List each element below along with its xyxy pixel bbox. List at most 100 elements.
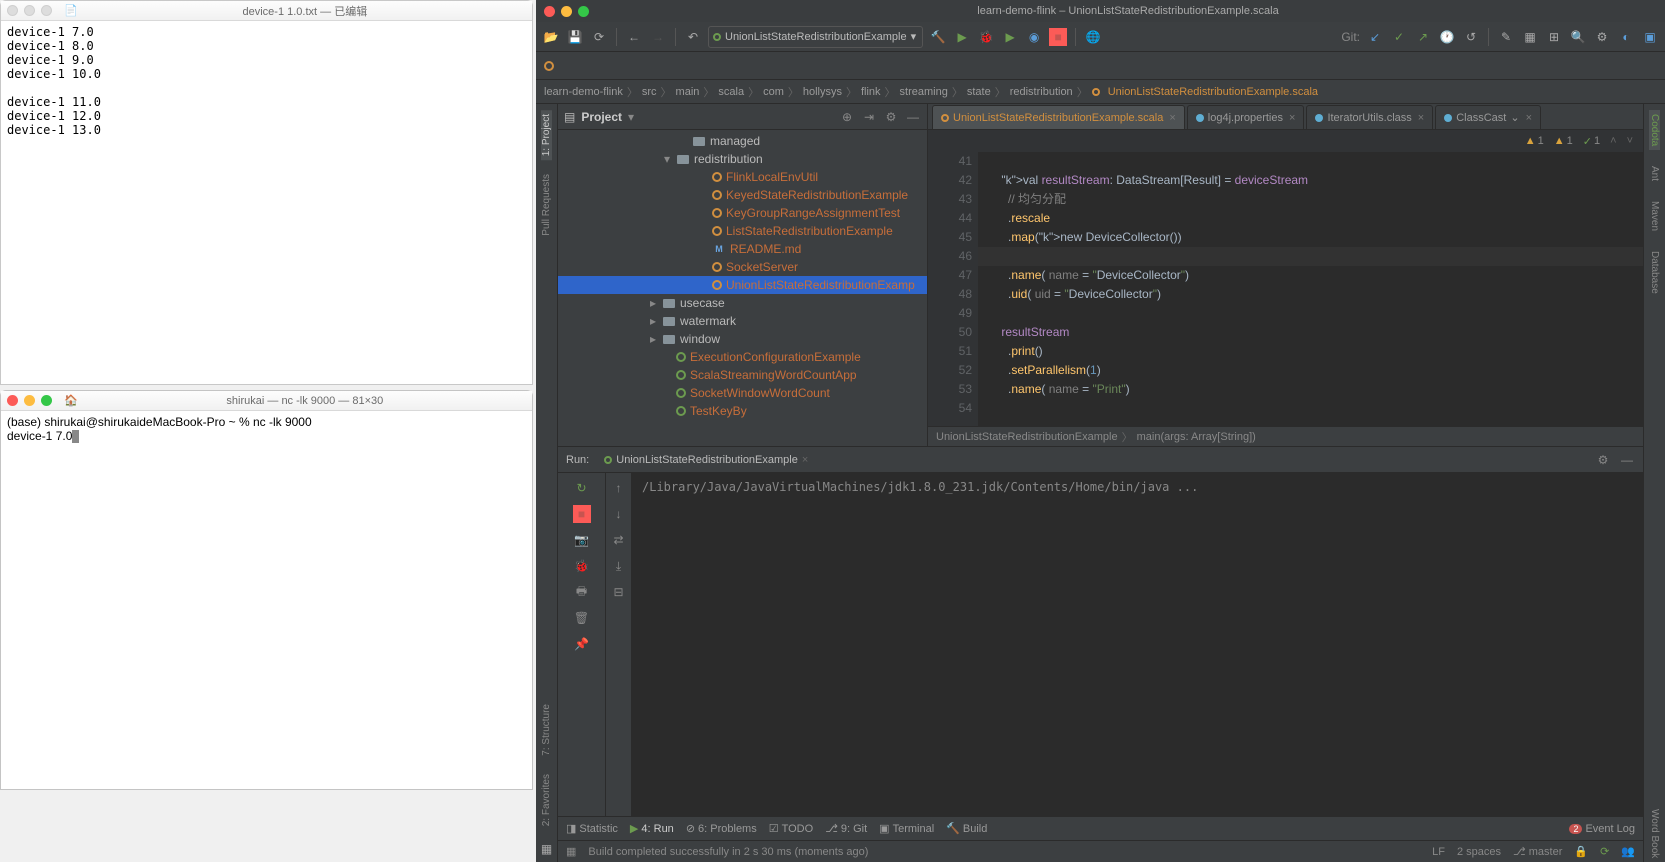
favorites-tool-tab[interactable]: 2: Favorites bbox=[541, 770, 552, 830]
debug-icon[interactable]: 🐞 bbox=[977, 28, 995, 46]
crumb[interactable]: src bbox=[642, 86, 657, 98]
push-icon[interactable]: ↗ bbox=[1414, 28, 1432, 46]
tree-row[interactable]: ▾redistribution bbox=[558, 150, 927, 168]
editor-tab[interactable]: UnionListStateRedistributionExample.scal… bbox=[932, 105, 1185, 129]
history-icon[interactable]: 🕐 bbox=[1438, 28, 1456, 46]
console-output[interactable]: /Library/Java/JavaVirtualMachines/jdk1.8… bbox=[632, 473, 1643, 816]
toolwin-icon[interactable]: ▦ bbox=[566, 845, 576, 858]
close-icon[interactable] bbox=[544, 6, 555, 17]
gear-icon[interactable]: ⚙ bbox=[883, 109, 899, 125]
lock-icon[interactable]: 🔒 bbox=[1574, 845, 1588, 858]
tree-row[interactable]: ExecutionConfigurationExample bbox=[558, 348, 927, 366]
todo-tab[interactable]: ☑ TODO bbox=[769, 822, 813, 835]
textedit-titlebar[interactable]: 📄 device-1 1.0.txt — 已编辑 bbox=[1, 1, 532, 21]
tree-row[interactable]: FlinkLocalEnvUtil bbox=[558, 168, 927, 186]
line-sep[interactable]: LF bbox=[1432, 846, 1445, 858]
close-icon[interactable]: × bbox=[802, 454, 808, 466]
crumb-method[interactable]: main(args: Array[String]) bbox=[1137, 431, 1256, 443]
crumb[interactable]: state bbox=[967, 86, 991, 98]
bug-icon[interactable]: 🐞 bbox=[573, 557, 591, 575]
settings-icon[interactable]: ⚙ bbox=[1593, 28, 1611, 46]
run-tab[interactable]: ▶ 4: Run bbox=[630, 822, 674, 835]
gear-icon[interactable]: ⚙ bbox=[1595, 452, 1611, 468]
tree-row[interactable]: managed bbox=[558, 132, 927, 150]
build-icon[interactable]: 🔨 bbox=[929, 28, 947, 46]
tree-row[interactable]: ▸window bbox=[558, 330, 927, 348]
tree-row[interactable]: ScalaStreamingWordCountApp bbox=[558, 366, 927, 384]
sync-icon[interactable]: ⟳ bbox=[590, 28, 608, 46]
zoom-icon[interactable] bbox=[41, 5, 52, 16]
coverage-icon[interactable]: ▶ bbox=[1001, 28, 1019, 46]
event-log-tab[interactable]: 2 Event Log bbox=[1569, 823, 1635, 835]
crumb[interactable]: streaming bbox=[900, 86, 948, 98]
crumb[interactable]: flink bbox=[861, 86, 881, 98]
zoom-icon[interactable] bbox=[578, 6, 589, 17]
crumb[interactable]: UnionListStateRedistributionExample.scal… bbox=[1108, 86, 1318, 98]
hide-icon[interactable]: — bbox=[905, 109, 921, 125]
revert-icon[interactable]: ↺ bbox=[1462, 28, 1480, 46]
crumb-class[interactable]: UnionListStateRedistributionExample bbox=[936, 431, 1118, 443]
tree-row[interactable]: KeyGroupRangeAssignmentTest bbox=[558, 204, 927, 222]
people-icon[interactable]: 👥 bbox=[1621, 845, 1635, 858]
crumb[interactable]: learn-demo-flink bbox=[544, 86, 623, 98]
back-icon[interactable]: ← bbox=[625, 28, 643, 46]
maven-tool-tab[interactable]: Maven bbox=[1649, 197, 1660, 235]
target-icon[interactable]: ⊕ bbox=[839, 109, 855, 125]
forward-icon[interactable]: → bbox=[649, 28, 667, 46]
undo-icon[interactable]: ↶ bbox=[684, 28, 702, 46]
update-icon[interactable]: ↙ bbox=[1366, 28, 1384, 46]
tree-row[interactable]: ▸watermark bbox=[558, 312, 927, 330]
down-icon[interactable]: ↓ bbox=[610, 505, 628, 523]
tree-row[interactable]: ▸usecase bbox=[558, 294, 927, 312]
open-icon[interactable]: 📂 bbox=[542, 28, 560, 46]
indent[interactable]: 2 spaces bbox=[1457, 846, 1501, 858]
problems-tab[interactable]: ⊘ 6: Problems bbox=[686, 822, 757, 835]
collapse-icon[interactable]: ⇥ bbox=[861, 109, 877, 125]
minimize-icon[interactable] bbox=[24, 5, 35, 16]
crumb[interactable]: hollysys bbox=[803, 86, 842, 98]
crumb[interactable]: scala bbox=[718, 86, 744, 98]
split-icon[interactable]: ⊟ bbox=[610, 583, 628, 601]
camera-icon[interactable]: 📷 bbox=[573, 531, 591, 549]
trash-icon[interactable]: 🗑 bbox=[573, 609, 591, 627]
project-tree[interactable]: managed▾redistributionFlinkLocalEnvUtil K… bbox=[558, 130, 927, 446]
chevron-down-icon[interactable]: ▾ bbox=[628, 110, 634, 124]
pin-icon[interactable]: 📌 bbox=[573, 635, 591, 653]
structure-tool-tab[interactable]: 7: Structure bbox=[541, 700, 552, 760]
ant-tool-tab[interactable]: Ant bbox=[1649, 162, 1660, 185]
editor-tab[interactable]: log4j.properties× bbox=[1187, 105, 1305, 129]
terminal-tab[interactable]: ▣ Terminal bbox=[879, 822, 934, 835]
close-icon[interactable] bbox=[7, 5, 18, 16]
tree-row[interactable]: TestKeyBy bbox=[558, 402, 927, 420]
code-editor[interactable]: 4142434445464748495051525354 "k">val res… bbox=[928, 152, 1643, 426]
down-icon[interactable]: ˅ bbox=[1627, 135, 1633, 147]
tree-row[interactable]: ListStateRedistributionExample bbox=[558, 222, 927, 240]
git-tab[interactable]: ⎇ 9: Git bbox=[825, 822, 867, 835]
crumb[interactable]: redistribution bbox=[1010, 86, 1073, 98]
scroll-icon[interactable]: ⤓ bbox=[610, 557, 628, 575]
minimize-icon[interactable] bbox=[561, 6, 572, 17]
terminal-titlebar[interactable]: 🏠 shirukai — nc -lk 9000 — 81×30 bbox=[1, 391, 532, 411]
tree-row[interactable]: SocketServer bbox=[558, 258, 927, 276]
run-tab[interactable]: UnionListStateRedistributionExample × bbox=[597, 451, 815, 469]
stop-icon[interactable]: ■ bbox=[573, 505, 591, 523]
database-tool-tab[interactable]: Database bbox=[1649, 247, 1660, 298]
branch[interactable]: ⎇ master bbox=[1513, 845, 1562, 858]
zoom-icon[interactable] bbox=[41, 395, 52, 406]
print-icon[interactable]: 🖶 bbox=[573, 583, 591, 601]
close-icon[interactable] bbox=[7, 395, 18, 406]
pullreq-tool-tab[interactable]: Pull Requests bbox=[541, 170, 552, 240]
codota-icon[interactable]: ◐ bbox=[1617, 28, 1635, 46]
intellij-titlebar[interactable]: learn-demo-flink – UnionListStateRedistr… bbox=[536, 0, 1665, 22]
textedit-body[interactable]: device-1 7.0 device-1 8.0 device-1 9.0 d… bbox=[1, 21, 532, 141]
window-icon[interactable]: ⊞ bbox=[1545, 28, 1563, 46]
web-icon[interactable]: 🌐 bbox=[1084, 28, 1102, 46]
run-config-select[interactable]: UnionListStateRedistributionExample ▾ bbox=[708, 26, 923, 48]
rerun-icon[interactable]: ↻ bbox=[573, 479, 591, 497]
plugin-icon[interactable]: ▣ bbox=[1641, 28, 1659, 46]
crumb[interactable]: main bbox=[676, 86, 700, 98]
codota-tool-tab[interactable]: Codota bbox=[1649, 110, 1660, 150]
code-content[interactable]: "k">val resultStream: DataStream[Result]… bbox=[978, 152, 1643, 426]
sync-icon[interactable]: ⟳ bbox=[1600, 845, 1609, 858]
fragment-icon[interactable]: ▦ bbox=[1521, 28, 1539, 46]
